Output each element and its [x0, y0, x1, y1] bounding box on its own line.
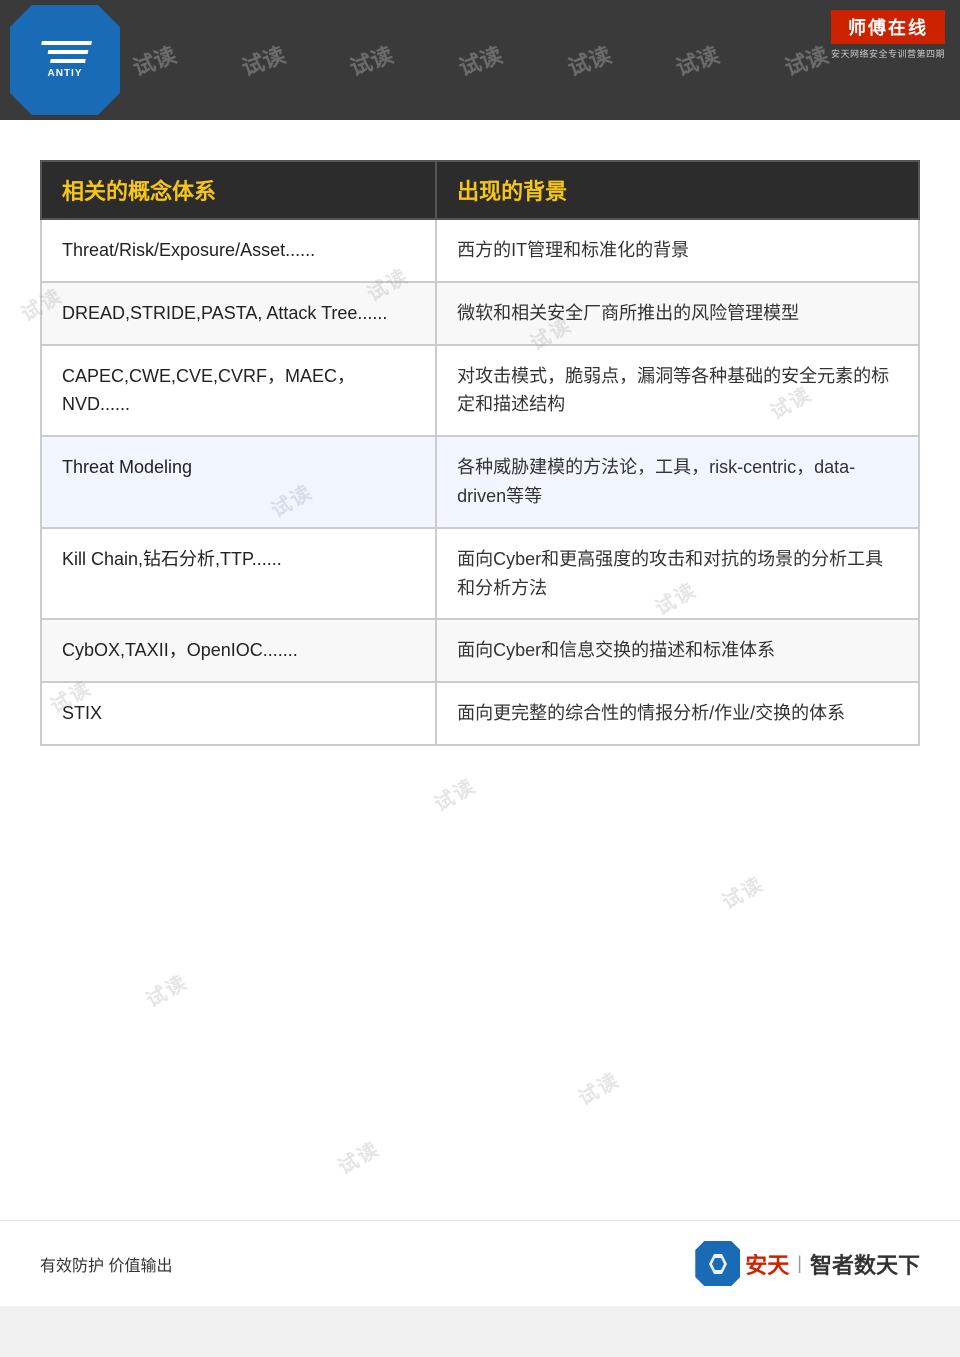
main-content: 试读 试读 试读 试读 试读 试读 试读 试读 试读 试读 试读 试读 相关的概…: [0, 120, 960, 1220]
table-row: Threat/Risk/Exposure/Asset......西方的IT管理和…: [41, 219, 919, 282]
table-row: STIX面向更完整的综合性的情报分析/作业/交换的体系: [41, 682, 919, 745]
footer: 有效防护 价值输出 安天 | 智者数天下: [0, 1220, 960, 1306]
brand-name: 师傅在线: [831, 10, 945, 44]
logo-label: ANTIY: [48, 68, 83, 79]
table-row: Threat Modeling各种威胁建模的方法论，工具，risk-centri…: [41, 436, 919, 528]
footer-logo-svg: [704, 1250, 732, 1278]
header-watermark-area: 试读 试读 试读 试读 试读 试读 试读: [100, 0, 860, 120]
cell-background-6: 面向更完整的综合性的情报分析/作业/交换的体系: [436, 682, 919, 745]
header-right-brand: 师傅在线 安天网络安全专训营第四期: [831, 10, 945, 60]
body-wm-7: 试读: [428, 770, 481, 817]
col2-header: 出现的背景: [436, 161, 919, 219]
body-wm-12: 试读: [332, 1133, 385, 1180]
watermark-5: 试读: [562, 37, 614, 82]
table-row: CAPEC,CWE,CVE,CVRF，MAEC，NVD......对攻击模式，脆…: [41, 345, 919, 437]
col1-header: 相关的概念体系: [41, 161, 436, 219]
table-row: Kill Chain,钻石分析,TTP......面向Cyber和更高强度的攻击…: [41, 528, 919, 620]
header: ANTIY 试读 试读 试读 试读 试读 试读 试读 师傅在线 安天网络安全专训…: [0, 0, 960, 120]
brand-sub: 安天网络安全专训营第四期: [831, 47, 945, 60]
watermark-7: 试读: [779, 37, 831, 82]
table-row: CybOX,TAXII，OpenIOC.......面向Cyber和信息交换的描…: [41, 619, 919, 682]
body-wm-8: 试读: [716, 868, 769, 915]
cell-concept-1: DREAD,STRIDE,PASTA, Attack Tree......: [41, 282, 436, 345]
watermark-3: 试读: [345, 37, 397, 82]
cell-background-2: 对攻击模式，脆弱点，漏洞等各种基础的安全元素的标定和描述结构: [436, 345, 919, 437]
cell-concept-2: CAPEC,CWE,CVE,CVRF，MAEC，NVD......: [41, 345, 436, 437]
body-wm-9: 试读: [140, 966, 193, 1013]
watermark-1: 试读: [128, 37, 180, 82]
cell-background-4: 面向Cyber和更高强度的攻击和对抗的场景的分析工具和分析方法: [436, 528, 919, 620]
cell-concept-3: Threat Modeling: [41, 436, 436, 528]
cell-concept-5: CybOX,TAXII，OpenIOC.......: [41, 619, 436, 682]
cell-background-0: 西方的IT管理和标准化的背景: [436, 219, 919, 282]
cell-concept-6: STIX: [41, 682, 436, 745]
concepts-table: 相关的概念体系 出现的背景 Threat/Risk/Exposure/Asset…: [40, 160, 920, 746]
cell-concept-0: Threat/Risk/Exposure/Asset......: [41, 219, 436, 282]
footer-logo-icon: [695, 1241, 740, 1286]
watermark-2: 试读: [237, 37, 289, 82]
body-wm-10: 试读: [572, 1064, 625, 1111]
cell-background-1: 微软和相关安全厂商所推出的风险管理模型: [436, 282, 919, 345]
watermark-4: 试读: [454, 37, 506, 82]
footer-brand: 安天 | 智者数天下: [695, 1241, 920, 1286]
footer-divider: |: [797, 1253, 802, 1274]
cell-background-5: 面向Cyber和信息交换的描述和标准体系: [436, 619, 919, 682]
table-row: DREAD,STRIDE,PASTA, Attack Tree......微软和…: [41, 282, 919, 345]
cell-concept-4: Kill Chain,钻石分析,TTP......: [41, 528, 436, 620]
footer-brand-name: 安天: [745, 1248, 789, 1280]
logo-graphic: [38, 41, 92, 63]
footer-brand-slogan: 智者数天下: [810, 1248, 920, 1280]
footer-tagline: 有效防护 价值输出: [40, 1252, 172, 1276]
watermark-6: 试读: [671, 37, 723, 82]
table-header-row: 相关的概念体系 出现的背景: [41, 161, 919, 219]
cell-background-3: 各种威胁建模的方法论，工具，risk-centric，data-driven等等: [436, 436, 919, 528]
